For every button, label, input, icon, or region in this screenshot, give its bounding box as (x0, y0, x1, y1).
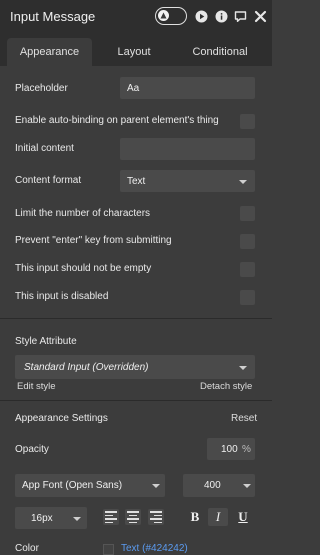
section-divider (0, 318, 272, 319)
toggle-knob (158, 10, 169, 21)
title-bar: Input Message (0, 0, 272, 34)
initial-content-input[interactable] (120, 138, 255, 160)
play-icon[interactable] (195, 10, 208, 23)
style-select-value: Standard Input (Overridden) (24, 362, 149, 373)
opacity-unit: % (242, 444, 251, 455)
limit-chars-checkbox[interactable] (240, 206, 255, 221)
content-format-value: Text (127, 176, 146, 187)
detach-style-link[interactable]: Detach style (200, 381, 252, 392)
prevent-enter-label: Prevent "enter" key from submitting (15, 235, 172, 246)
color-value-link[interactable]: Text (#424242) (121, 543, 188, 554)
info-icon[interactable] (215, 10, 228, 23)
chevron-down-icon (243, 484, 251, 488)
tab-layout[interactable]: Layout (95, 38, 173, 66)
content-format-select[interactable]: Text (120, 170, 255, 192)
italic-button[interactable]: I (208, 508, 228, 526)
reset-link[interactable]: Reset (231, 413, 257, 424)
font-weight-select[interactable]: 400 (183, 474, 255, 497)
autobinding-checkbox[interactable] (240, 114, 255, 129)
autobinding-label: Enable auto-binding on parent element's … (15, 115, 219, 126)
underline-button[interactable]: U (233, 508, 253, 526)
font-weight-value: 400 (204, 480, 221, 491)
comment-icon[interactable] (234, 10, 247, 23)
not-empty-label: This input should not be empty (15, 263, 152, 274)
color-swatch[interactable] (103, 544, 114, 555)
chevron-down-icon (152, 484, 160, 488)
align-center-icon[interactable] (125, 509, 141, 525)
chevron-down-icon (239, 180, 247, 184)
preview-toggle[interactable] (155, 7, 187, 25)
window-title: Input Message (10, 9, 96, 24)
content-format-label: Content format (15, 175, 82, 186)
color-label: Color (15, 543, 39, 554)
edit-style-link[interactable]: Edit style (17, 381, 56, 392)
opacity-input[interactable]: 100 % (207, 438, 255, 460)
chevron-down-icon (239, 366, 247, 370)
tab-conditional[interactable]: Conditional (176, 38, 264, 66)
initial-content-label: Initial content (15, 143, 74, 154)
opacity-value: 100 (221, 444, 238, 455)
font-size-select[interactable]: 16px (15, 507, 87, 529)
not-empty-checkbox[interactable] (240, 262, 255, 277)
warning-icon (160, 12, 167, 19)
align-right-icon[interactable] (148, 509, 164, 525)
placeholder-label: Placeholder (15, 83, 68, 94)
chevron-down-icon (73, 517, 81, 521)
font-family-select[interactable]: App Font (Open Sans) (15, 474, 165, 497)
section-divider (0, 400, 272, 401)
bold-button[interactable]: B (185, 508, 205, 526)
opacity-label: Opacity (15, 444, 49, 455)
font-family-value: App Font (Open Sans) (22, 480, 123, 491)
font-size-value: 16px (31, 513, 53, 524)
tab-appearance[interactable]: Appearance (7, 38, 92, 66)
prevent-enter-checkbox[interactable] (240, 234, 255, 249)
align-left-icon[interactable] (103, 509, 119, 525)
close-icon[interactable] (254, 10, 267, 23)
placeholder-input[interactable]: Aa (120, 77, 255, 99)
appearance-settings-label: Appearance Settings (15, 413, 108, 424)
disabled-checkbox[interactable] (240, 290, 255, 305)
limit-chars-label: Limit the number of characters (15, 208, 151, 219)
style-attribute-label: Style Attribute (15, 336, 77, 347)
style-select[interactable]: Standard Input (Overridden) (15, 355, 255, 379)
disabled-label: This input is disabled (15, 291, 109, 302)
placeholder-input-value: Aa (127, 83, 140, 94)
tab-bar: Appearance Layout Conditional (0, 34, 272, 66)
